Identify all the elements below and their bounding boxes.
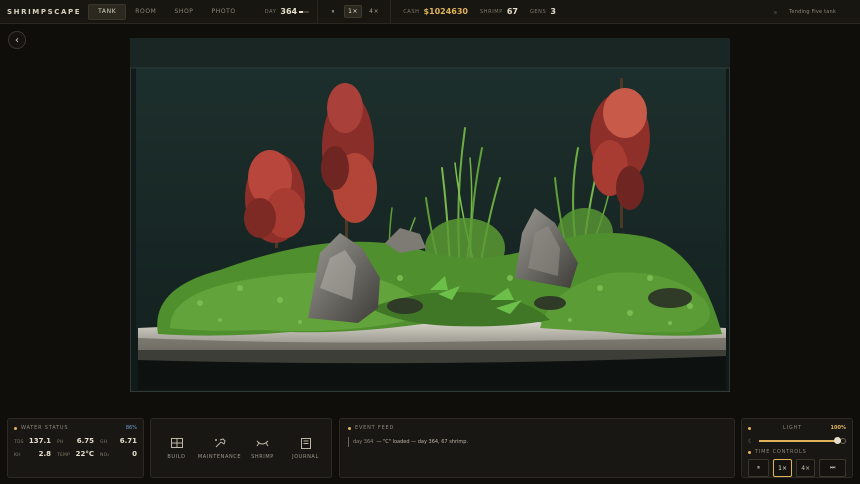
app-title: SHRIMPSCAPE: [7, 7, 82, 16]
light-time-panel: LIGHT 100% ☾ TIME CONTROLS ⏸ 1× 4× ⏭: [741, 418, 853, 478]
gens-stat: GENS 3: [530, 7, 556, 16]
param-label: TDS: [14, 440, 24, 445]
param-value: 0: [132, 450, 137, 458]
day-value: 364: [280, 7, 298, 16]
bullet-icon: [748, 426, 751, 430]
time-controls: ⏸ 1× 4× ⏭: [748, 459, 847, 477]
tab-room[interactable]: ROOM: [126, 4, 165, 20]
param-value: 6.75: [76, 437, 94, 445]
shrimp-label: SHRIMP: [480, 8, 503, 15]
event-text: — "C" loaded — day 364, 67 shrimp.: [376, 439, 469, 445]
time-4x-button[interactable]: 4×: [796, 459, 816, 477]
status-text: Tending Five tank: [789, 9, 836, 15]
build-icon: [169, 436, 185, 450]
bullet-icon: [348, 426, 351, 430]
day-progress-fill: [299, 10, 304, 13]
journal-icon: [298, 436, 314, 450]
main-nav: TANK ROOM SHOP PHOTO: [88, 3, 245, 20]
param-value: 6.71: [119, 437, 137, 445]
day-stat: DAY 364: [264, 7, 310, 16]
day-label: DAY: [264, 8, 277, 15]
param-value: 137.1: [28, 437, 51, 445]
param-label: PH: [57, 440, 64, 445]
wrench-icon: [212, 436, 228, 450]
actions-panel: BUILD MAINTENANCE SHRIMP JOURNAL: [150, 418, 332, 478]
water-status-panel: WATER STATUS 86% TDS 137.1 PH 6.75 GH 6.71 …: [7, 418, 144, 478]
event-feed-title: EVENT FEED: [348, 425, 726, 431]
light-header: LIGHT 100%: [748, 425, 846, 431]
pause-button[interactable]: ⏸: [326, 5, 340, 18]
shrimp-button[interactable]: SHRIMP: [242, 436, 284, 460]
event-entry: day 364 — "C" loaded — day 364, 67 shrim…: [348, 437, 726, 447]
shrimp-label: SHRIMP: [251, 454, 274, 460]
light-title: LIGHT: [748, 425, 802, 431]
maintenance-label: MAINTENANCE: [197, 454, 242, 460]
bullet-icon: [14, 426, 17, 430]
light-slider-fill: [759, 440, 837, 442]
build-button[interactable]: BUILD: [156, 436, 198, 460]
light-title-text: LIGHT: [783, 425, 802, 431]
tank-illustration: [130, 38, 730, 392]
top-bar: SHRIMPSCAPE TANK ROOM SHOP PHOTO DAY 364…: [0, 0, 860, 24]
cash-label: CASH: [403, 8, 420, 15]
tank-view[interactable]: [130, 38, 730, 392]
param-tds: TDS 137.1: [14, 437, 51, 447]
moon-icon: ☾: [748, 437, 754, 445]
event-feed-title-text: EVENT FEED: [355, 425, 395, 431]
param-no3: NO₃ 0: [100, 450, 137, 460]
water-status-title: WATER STATUS: [14, 425, 68, 431]
time-controls-title-text: TIME CONTROLS: [755, 449, 807, 455]
param-value: 22°C: [75, 450, 94, 458]
water-status-title-text: WATER STATUS: [21, 425, 69, 431]
gens-label: GENS: [529, 8, 547, 15]
back-button[interactable]: ‹: [8, 31, 26, 49]
maintenance-button[interactable]: MAINTENANCE: [197, 436, 242, 460]
chevron-left-icon: ‹: [15, 34, 19, 46]
param-kh: KH 2.8: [14, 450, 51, 460]
shrimp-stat: SHRIMP 67: [480, 7, 518, 16]
status-area: Tending Five tank: [774, 0, 836, 24]
status-dot-icon: [774, 10, 778, 14]
day-progress-bar: [299, 10, 310, 13]
event-day: day 364: [353, 439, 374, 445]
param-label: NO₃: [100, 453, 110, 458]
light-percent: 100%: [830, 425, 846, 431]
param-label: GH: [100, 440, 108, 445]
light-slider-track[interactable]: [759, 437, 841, 444]
cash-value: $1024630: [423, 7, 468, 16]
param-value: 2.8: [38, 450, 51, 458]
param-label: KH: [14, 453, 21, 458]
light-slider[interactable]: ☾: [748, 437, 846, 445]
param-gh: GH 6.71: [100, 437, 137, 447]
param-label: TEMP: [57, 453, 70, 458]
light-slider-handle[interactable]: [834, 437, 841, 444]
water-params: TDS 137.1 PH 6.75 GH 6.71 KH 2.8 TEMP 22°C NO…: [14, 437, 137, 460]
time-1x-button[interactable]: 1×: [773, 459, 793, 477]
water-status-header: WATER STATUS 86%: [14, 425, 137, 431]
build-label: BUILD: [167, 454, 186, 460]
journal-label: JOURNAL: [292, 454, 319, 460]
bullet-icon: [748, 450, 751, 454]
tab-photo[interactable]: PHOTO: [203, 4, 245, 20]
speed-1x-button[interactable]: 1×: [344, 5, 363, 18]
speed-4x-button[interactable]: 4×: [366, 5, 382, 18]
param-temp: TEMP 22°C: [57, 450, 94, 460]
gens-value: 3: [550, 7, 556, 16]
time-fast-forward-button[interactable]: ⏭: [819, 459, 847, 477]
journal-button[interactable]: JOURNAL: [285, 436, 327, 460]
shrimp-icon: [255, 436, 271, 450]
shrimp-value: 67: [506, 7, 518, 16]
speed-controls: ⏸ 1× 4×: [317, 0, 392, 24]
water-quality-percent: 86%: [125, 425, 137, 431]
tab-tank[interactable]: TANK: [88, 3, 127, 20]
time-pause-button[interactable]: ⏸: [748, 459, 770, 477]
time-controls-title: TIME CONTROLS: [748, 449, 846, 455]
tab-shop[interactable]: SHOP: [165, 4, 202, 20]
event-feed-panel: EVENT FEED day 364 — "C" loaded — day 36…: [339, 418, 735, 478]
cash-stat: CASH $1024630: [403, 7, 468, 16]
param-ph: PH 6.75: [57, 437, 94, 447]
